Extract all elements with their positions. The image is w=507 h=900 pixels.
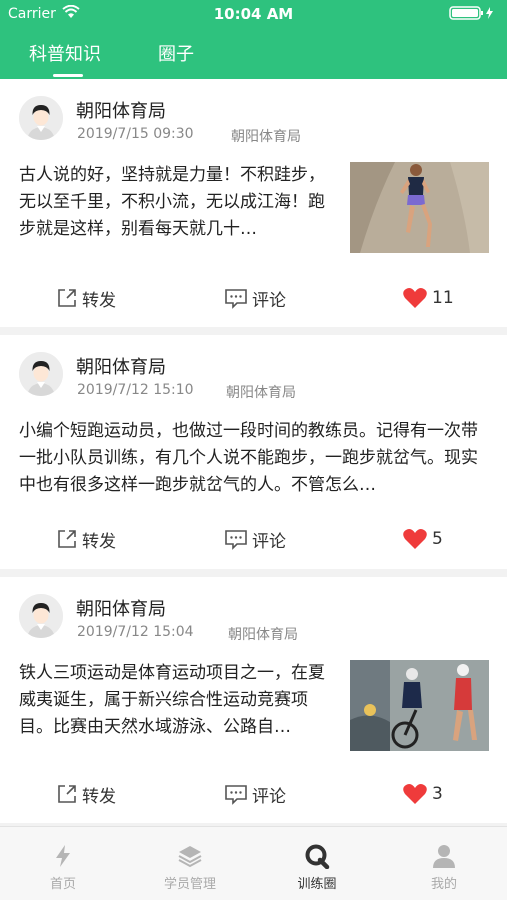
post-source: 朝阳体育局: [228, 627, 298, 643]
share-button[interactable]: 转发: [56, 524, 116, 554]
top-header: Carrier 10:04 AM 科普知识 圈子: [0, 0, 507, 79]
comment-label: 评论: [252, 786, 286, 807]
comment-icon: [225, 785, 247, 805]
post-card[interactable]: 朝阳体育局 2019/7/15 09:30 朝阳体育局 古人说的好，坚持就是力量…: [0, 79, 507, 327]
tab-home-label: 首页: [49, 877, 76, 892]
share-button[interactable]: 转发: [56, 779, 116, 809]
triathlon-image: [350, 660, 489, 751]
share-icon: [58, 785, 76, 803]
q-icon: [305, 844, 330, 869]
avatar[interactable]: [19, 352, 63, 396]
share-label: 转发: [82, 531, 116, 552]
like-count: 5: [432, 529, 443, 549]
avatar[interactable]: [19, 96, 63, 140]
comment-button[interactable]: 评论: [224, 779, 286, 809]
post-actions: 转发 评论 11: [0, 283, 507, 313]
runner-image: [350, 162, 489, 253]
post-actions: 转发 评论 3: [0, 779, 507, 809]
user-avatar-icon: [19, 352, 63, 396]
author-name[interactable]: 朝阳体育局: [76, 353, 166, 379]
comment-icon: [225, 289, 247, 309]
tab-mine-label: 我的: [430, 877, 457, 892]
post-source: 朝阳体育局: [226, 385, 296, 401]
post-date: 2019/7/12 15:10: [77, 382, 194, 398]
post-source: 朝阳体育局: [231, 129, 301, 145]
like-button[interactable]: 3: [402, 779, 443, 809]
like-count: 3: [432, 784, 443, 804]
like-button[interactable]: 11: [402, 283, 454, 313]
like-button[interactable]: 5: [402, 524, 443, 554]
lightning-icon: [56, 845, 70, 867]
tab-mine[interactable]: 我的: [381, 827, 507, 900]
active-tab-indicator: [53, 74, 83, 77]
post-text[interactable]: 小编个短跑运动员，也做过一段时间的教练员。记得有一次带一批小队员训练，有几个人说…: [19, 418, 489, 499]
tab-student-management-label: 学员管理: [163, 877, 216, 892]
share-label: 转发: [82, 290, 116, 311]
comment-label: 评论: [252, 290, 286, 311]
tab-training-circle[interactable]: 训练圈: [254, 827, 380, 900]
post-card[interactable]: 朝阳体育局 2019/7/12 15:04 朝阳体育局 铁人三项运动是体育运动项…: [0, 577, 507, 823]
comment-icon: [225, 530, 247, 550]
tab-training-circle-label: 训练圈: [297, 877, 337, 892]
post-actions: 转发 评论 5: [0, 524, 507, 554]
heart-icon: [403, 784, 427, 804]
comment-button[interactable]: 评论: [224, 283, 286, 313]
post-text[interactable]: 铁人三项运动是体育运动项目之一，在夏威夷诞生，属于新兴综合性运动竞赛项目。比赛由…: [19, 660, 339, 741]
top-tabs: 科普知识 圈子: [0, 40, 507, 79]
clock-label: 10:04 AM: [213, 5, 294, 23]
status-bar: Carrier 10:04 AM: [0, 0, 507, 28]
share-label: 转发: [82, 786, 116, 807]
battery-icon: [449, 6, 493, 20]
tab-student-management[interactable]: 学员管理: [127, 827, 253, 900]
share-icon: [58, 530, 76, 548]
tab-home[interactable]: 首页: [0, 827, 126, 900]
author-name[interactable]: 朝阳体育局: [76, 97, 166, 123]
post-card[interactable]: 朝阳体育局 2019/7/12 15:10 朝阳体育局 小编个短跑运动员，也做过…: [0, 335, 507, 569]
user-avatar-icon: [19, 96, 63, 140]
post-thumbnail[interactable]: [350, 162, 489, 253]
share-button[interactable]: 转发: [56, 283, 116, 313]
post-text[interactable]: 古人说的好，坚持就是力量！不积跬步，无以至千里，不积小流，无以成江海！跑步就是这…: [19, 162, 339, 243]
like-count: 11: [432, 288, 454, 308]
comment-label: 评论: [252, 531, 286, 552]
post-date: 2019/7/12 15:04: [77, 624, 194, 640]
user-avatar-icon: [19, 594, 63, 638]
heart-icon: [403, 288, 427, 308]
layers-icon: [178, 846, 202, 868]
post-date: 2019/7/15 09:30: [77, 126, 194, 142]
post-thumbnail[interactable]: [350, 660, 489, 751]
tab-circle[interactable]: 圈子: [158, 40, 194, 66]
comment-button[interactable]: 评论: [224, 524, 286, 554]
author-name[interactable]: 朝阳体育局: [76, 595, 166, 621]
avatar[interactable]: [19, 594, 63, 638]
bottom-tab-bar: 首页 学员管理 训练圈 我的: [0, 826, 507, 900]
tab-science[interactable]: 科普知识: [29, 40, 101, 66]
person-icon: [433, 845, 455, 868]
heart-icon: [403, 529, 427, 549]
share-icon: [58, 289, 76, 307]
